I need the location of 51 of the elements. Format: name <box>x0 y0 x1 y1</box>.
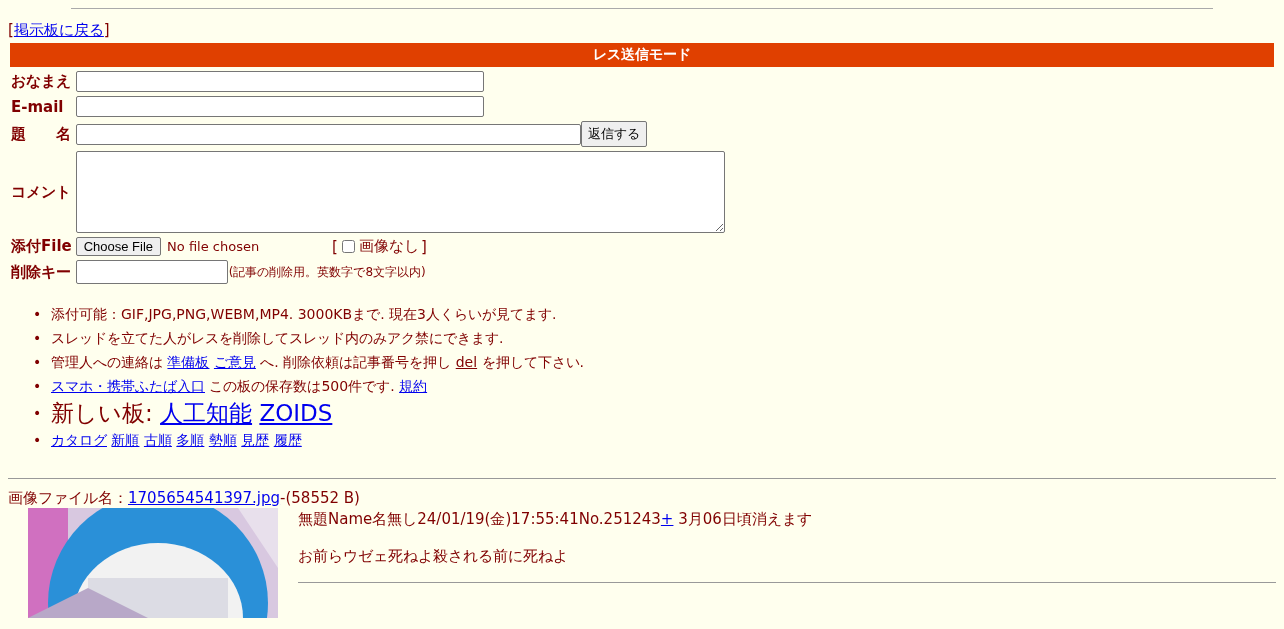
plus-link[interactable]: + <box>660 510 674 528</box>
field-label: おなまえ <box>11 72 71 90</box>
reply-button[interactable]: 返信する <box>580 121 647 147</box>
notice-text: 管理人への連絡は <box>51 354 163 370</box>
link[interactable]: カタログ <box>51 432 107 448</box>
link[interactable]: 新順 <box>111 432 140 448</box>
notice-text: を押して下さい. <box>481 354 584 370</box>
bullet: • <box>33 305 42 324</box>
post-comment: お前らウゼェ死ねよ殺される前に死ねよ <box>298 547 569 566</box>
field-label: E-mail <box>11 97 64 116</box>
bracket-text: ] <box>103 21 110 39</box>
form-header-bar: レス送信モード <box>10 43 1274 67</box>
file-label: 画像ファイル名： <box>8 489 128 507</box>
bullet: • <box>33 353 42 372</box>
file-link[interactable]: 1705654541397.jpg <box>128 489 281 507</box>
bullet: • <box>33 404 42 423</box>
hint-text: (記事の削除用。英数字で8文字以内) <box>228 263 426 281</box>
link[interactable]: ZOIDS <box>259 400 333 426</box>
file-status-text: No file chosen <box>167 239 261 254</box>
link[interactable]: 規約 <box>399 378 428 394</box>
file-size-text: -(58552 B) <box>280 489 360 507</box>
notice-text: へ. 削除依頼は記事番号を押し <box>260 354 452 370</box>
link[interactable]: del <box>455 354 478 370</box>
bracket-text: [ <box>8 21 14 39</box>
field-label: コメント <box>11 182 71 201</box>
bullet: • <box>33 377 42 396</box>
link[interactable]: スマホ・携帯ふたば入口 <box>51 378 205 394</box>
field-label: 題 名 <box>11 124 71 143</box>
back-link[interactable]: 掲示板に戻る <box>13 21 104 39</box>
link[interactable]: 履歴 <box>273 432 302 448</box>
link[interactable]: 勢順 <box>208 432 237 448</box>
link[interactable]: 見歴 <box>241 432 270 448</box>
link[interactable]: 人工知能 <box>160 400 253 426</box>
bracket-text: [ <box>332 237 338 256</box>
notice-text: 新しい板: <box>51 400 153 426</box>
bullet: • <box>33 431 42 450</box>
notice-text: 添付可能：GIF,JPG,PNG,WEBM,MP4. 3000KBまで. 現在3人くらいが見てます. <box>51 306 557 322</box>
link[interactable]: 準備板 <box>167 354 210 370</box>
choose-file-button[interactable]: Choose File <box>75 237 162 256</box>
field-label: 削除キー <box>11 262 71 281</box>
checkbox-label: 画像なし <box>358 237 419 256</box>
post-header-text: 無題Name名無し24/01/19(金)17:55:41No.251243 <box>298 510 661 528</box>
link[interactable]: 古順 <box>143 432 172 448</box>
notice-text: この板の保存数は500件です. <box>209 378 395 394</box>
link[interactable]: 多順 <box>176 432 205 448</box>
bracket-text: ] <box>420 237 427 256</box>
notice-text: スレッドを立てた人がレスを削除してスレッド内のみアク禁にできます. <box>51 330 504 346</box>
link[interactable]: ご意見 <box>213 354 256 370</box>
bullet: • <box>33 329 42 348</box>
expiry-text: 3月06日頃消えます <box>678 510 812 528</box>
field-label: 添付File <box>11 237 72 255</box>
